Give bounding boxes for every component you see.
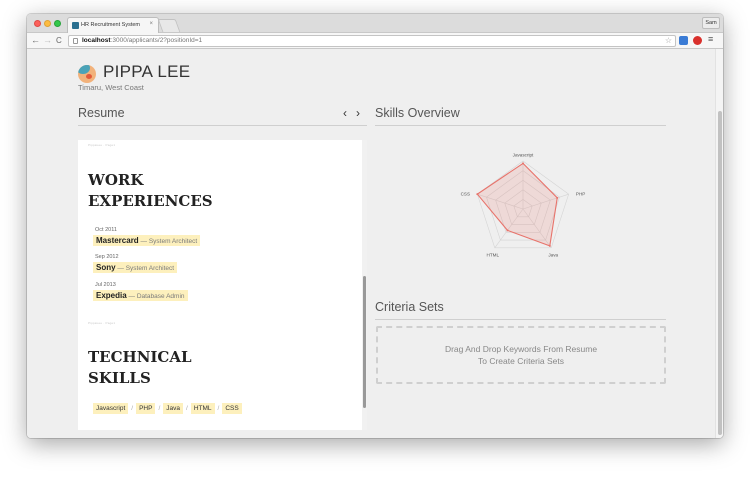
- criteria-sets-title: Criteria Sets: [375, 300, 444, 314]
- drop-zone-text: Drag And Drop Keywords From Resume To Cr…: [444, 344, 598, 366]
- shield-extension-icon[interactable]: [693, 36, 702, 45]
- radar-axis-label: HTML: [487, 252, 500, 257]
- tab-bar: HR Recruitment System × Sam: [27, 14, 723, 33]
- skills-list: Javascript / PHP / Java / HTML / CSS: [93, 403, 242, 414]
- avatar: [78, 65, 96, 83]
- close-window-button[interactable]: [34, 20, 41, 27]
- experience-date: Sep 2012: [95, 254, 119, 260]
- work-experiences-heading: WORK EXPERIENCES: [88, 171, 213, 210]
- maximize-window-button[interactable]: [54, 20, 61, 27]
- experience-item[interactable]: Expedia — Database Admin: [93, 290, 188, 301]
- radar-data-point: [556, 196, 559, 199]
- divider: [78, 125, 367, 126]
- skill-tag[interactable]: HTML: [190, 403, 215, 414]
- page-viewport: PIPPA LEE Timaru, West Coast Resume ‹ › …: [27, 49, 723, 438]
- address-bar[interactable]: localhost:3000/applicants/2?positionId=1…: [68, 35, 676, 47]
- radar-data-point: [476, 193, 479, 196]
- skill-tag[interactable]: CSS: [222, 403, 242, 414]
- radar-data-point: [506, 229, 509, 232]
- resume-panel[interactable]: PippaLee · Page1 WORK EXPERIENCES Oct 20…: [78, 140, 367, 430]
- experience-date: Oct 2011: [95, 227, 117, 233]
- url-text: localhost:3000/applicants/2?positionId=1: [82, 37, 203, 44]
- experience-date: Jul 2013: [95, 282, 116, 288]
- skills-radar-chart: Javascript PHP Java HTML CSS: [461, 153, 586, 258]
- resume-scrollbar[interactable]: [362, 140, 367, 430]
- new-tab-button[interactable]: [157, 19, 181, 32]
- browser-window: HR Recruitment System × Sam ← → C localh…: [27, 14, 723, 438]
- tab-close-icon[interactable]: ×: [149, 21, 153, 27]
- skill-tag[interactable]: PHP: [136, 403, 156, 414]
- resume-scroll-thumb[interactable]: [363, 276, 366, 408]
- chevron-left-icon[interactable]: ‹: [343, 106, 347, 120]
- page-scrollbar[interactable]: [715, 49, 723, 438]
- page-icon: [73, 38, 78, 44]
- divider: [375, 319, 666, 320]
- resume-page-header: PippaLee · Page1: [88, 321, 116, 325]
- skill-tag[interactable]: Java: [163, 403, 183, 414]
- arrow-left-icon[interactable]: ←: [31, 35, 40, 46]
- experience-item[interactable]: Mastercard — System Architect: [93, 235, 201, 246]
- profile-button[interactable]: Sam: [702, 17, 720, 29]
- experience-item[interactable]: Sony — System Architect: [93, 262, 178, 273]
- radar-axis-label: Java: [548, 252, 558, 257]
- resume-page-header: PippaLee · Page1: [88, 143, 116, 147]
- extension-icon[interactable]: [679, 36, 688, 45]
- technical-skills-heading: TECHNICAL SKILLS: [88, 348, 192, 387]
- applicant-location: Timaru, West Coast: [78, 83, 144, 92]
- radar-data-point: [548, 244, 551, 247]
- page-scroll-thumb[interactable]: [718, 111, 722, 435]
- reload-icon[interactable]: C: [56, 35, 62, 46]
- chevron-right-icon[interactable]: ›: [356, 106, 360, 120]
- minimize-window-button[interactable]: [44, 20, 51, 27]
- star-icon[interactable]: ☆: [665, 36, 672, 46]
- favicon-icon: [72, 22, 79, 29]
- skills-overview-title: Skills Overview: [375, 106, 460, 120]
- radar-series-area: [476, 162, 558, 247]
- hamburger-menu-icon[interactable]: ≡: [708, 34, 713, 44]
- criteria-drop-zone[interactable]: Drag And Drop Keywords From Resume To Cr…: [376, 326, 666, 384]
- tab-title: HR Recruitment System: [81, 22, 140, 28]
- divider: [375, 125, 666, 126]
- browser-tab[interactable]: HR Recruitment System ×: [67, 17, 159, 33]
- arrow-right-icon[interactable]: →: [43, 35, 52, 46]
- applicant-name: PIPPA LEE: [103, 62, 191, 81]
- radar-data-point: [522, 162, 524, 165]
- browser-toolbar: ← → C localhost:3000/applicants/2?positi…: [27, 33, 723, 49]
- skill-tag[interactable]: Javascript: [93, 403, 129, 414]
- radar-axis-label: CSS: [461, 192, 470, 197]
- radar-axis-label: Javascript: [513, 153, 534, 158]
- resume-title: Resume: [78, 106, 125, 120]
- radar-axis-label: PHP: [576, 192, 585, 197]
